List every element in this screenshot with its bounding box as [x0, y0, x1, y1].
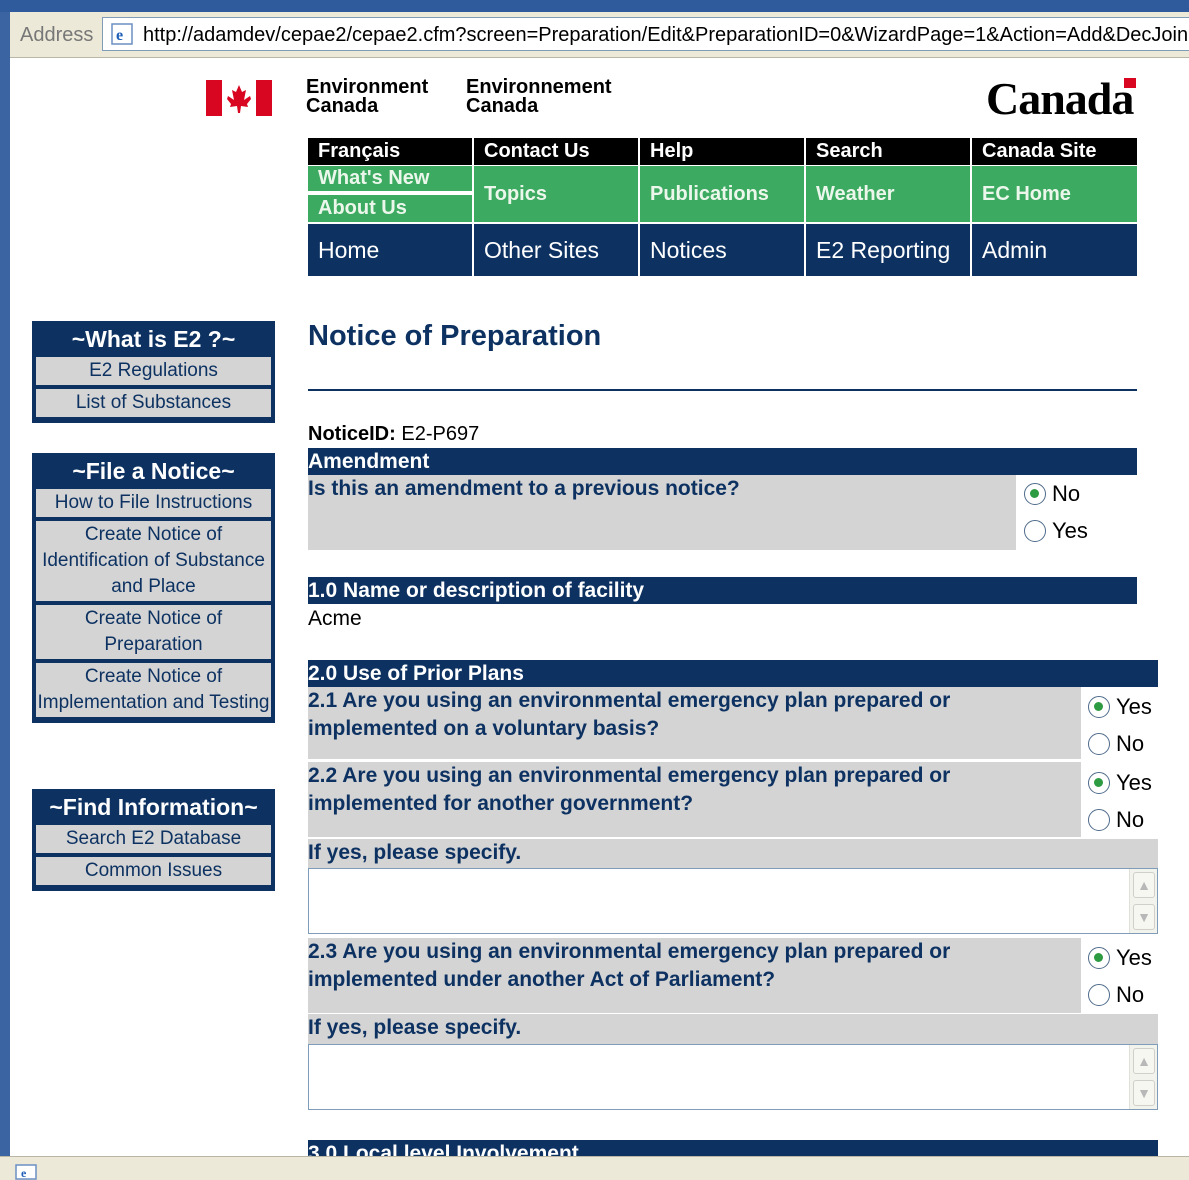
signature-english: Environment Canada — [306, 77, 428, 117]
signature-fr-line2: Canada — [466, 95, 539, 117]
radio-label: No — [1116, 982, 1145, 1007]
sidebar-item-common-issues[interactable]: Common Issues — [36, 857, 271, 885]
radio-selected-icon[interactable] — [1088, 696, 1110, 718]
sidebar-item-create-identification[interactable]: Create Notice of Identification of Subst… — [36, 521, 271, 601]
notice-id-value: E2-P697 — [401, 423, 480, 445]
nav-francais[interactable]: Français — [308, 138, 474, 165]
nav-publications[interactable]: Publications — [640, 166, 806, 222]
textarea-scrollbar[interactable]: ▲ ▼ — [1129, 1045, 1157, 1109]
specify-label-2-3: If yes, please specify. — [308, 1014, 1158, 1044]
nav-whats-new[interactable]: What's New — [308, 166, 474, 193]
sidebar-find-information: ~Find Information~ Search E2 Database Co… — [32, 789, 275, 891]
svg-text:e: e — [21, 1166, 27, 1180]
nav-admin[interactable]: Admin — [972, 224, 1137, 276]
q22-radio-no[interactable]: No — [1088, 807, 1144, 833]
radio-unselected-icon[interactable] — [1088, 733, 1110, 755]
notice-id-label: NoticeID: — [308, 423, 396, 445]
sidebar-item-list-of-substances[interactable]: List of Substances — [36, 389, 271, 417]
specify-label-2-2: If yes, please specify. — [308, 839, 1158, 869]
section-heading-amendment: Amendment — [308, 448, 1137, 475]
radio-label: No — [1052, 481, 1081, 506]
q23-radio-yes[interactable]: Yes — [1088, 945, 1152, 971]
radio-label: No — [1116, 807, 1145, 832]
nav-ec-home[interactable]: EC Home — [972, 166, 1137, 222]
question-2-1: 2.1 Are you using an environmental emerg… — [308, 687, 1081, 759]
radio-label: No — [1116, 731, 1145, 756]
section-heading-prior-plans: 2.0 Use of Prior Plans — [308, 660, 1158, 687]
amendment-radio-yes[interactable]: Yes — [1024, 518, 1088, 544]
sidebar-heading-what-is-e2: ~What is E2 ?~ — [71, 326, 236, 352]
sidebar-heading-file-a-notice: ~File a Notice~ — [72, 458, 235, 484]
q23-radio-no[interactable]: No — [1088, 982, 1144, 1008]
page-title: Notice of Preparation — [308, 320, 602, 352]
canada-flag-icon — [206, 80, 272, 116]
nav-weather[interactable]: Weather — [806, 166, 972, 222]
address-url: http://adamdev/cepae2/cepae2.cfm?screen=… — [143, 24, 1189, 46]
scroll-down-icon[interactable]: ▼ — [1133, 904, 1155, 930]
radio-selected-icon[interactable] — [1024, 483, 1046, 505]
radio-unselected-icon[interactable] — [1088, 984, 1110, 1006]
facility-value: Acme — [308, 607, 362, 630]
q21-radio-no[interactable]: No — [1088, 731, 1144, 757]
amendment-radio-no[interactable]: No — [1024, 481, 1080, 507]
signature-en-line2: Canada — [306, 95, 379, 117]
page-status-icon: e — [15, 1164, 37, 1180]
nav-notices[interactable]: Notices — [640, 224, 806, 276]
notice-id: NoticeID: E2-P697 — [308, 423, 479, 446]
status-bar: e — [0, 1156, 1189, 1180]
address-label: Address — [20, 24, 94, 46]
q21-radio-yes[interactable]: Yes — [1088, 694, 1152, 720]
nav-topics[interactable]: Topics — [474, 166, 640, 222]
q22-radio-yes[interactable]: Yes — [1088, 770, 1152, 796]
window-frame-top — [0, 0, 1189, 12]
canada-wordmark: Canada — [986, 73, 1134, 124]
radio-selected-icon[interactable] — [1088, 947, 1110, 969]
nav-search[interactable]: Search — [806, 138, 972, 165]
signature-french: Environnement Canada — [466, 77, 612, 117]
amendment-question: Is this an amendment to a previous notic… — [308, 475, 1016, 550]
sidebar-item-create-preparation[interactable]: Create Notice of Preparation — [36, 605, 271, 659]
specify-textarea-2-2[interactable]: ▲ ▼ — [308, 868, 1158, 934]
nav-canada-site[interactable]: Canada Site — [972, 138, 1137, 165]
section-heading-facility: 1.0 Name or description of facility — [308, 577, 1137, 604]
nav-home[interactable]: Home — [308, 224, 474, 276]
radio-unselected-icon[interactable] — [1088, 809, 1110, 831]
nav-about-us[interactable]: About Us — [308, 195, 474, 222]
nav-help[interactable]: Help — [640, 138, 806, 165]
radio-label: Yes — [1052, 518, 1088, 543]
page-content: Environment Canada Environnement Canada … — [10, 58, 1189, 1156]
nav-other-sites[interactable]: Other Sites — [474, 224, 640, 276]
scroll-up-icon[interactable]: ▲ — [1133, 1048, 1155, 1074]
textarea-scrollbar[interactable]: ▲ ▼ — [1129, 869, 1157, 933]
sidebar-item-how-to-file[interactable]: How to File Instructions — [36, 489, 271, 517]
radio-label: Yes — [1116, 945, 1152, 970]
sidebar-what-is-e2: ~What is E2 ?~ E2 Regulations List of Su… — [32, 321, 275, 423]
radio-selected-icon[interactable] — [1088, 772, 1110, 794]
ie-page-icon: e — [111, 23, 133, 45]
specify-textarea-2-3[interactable]: ▲ ▼ — [308, 1044, 1158, 1110]
section-heading-local-involvement: 3.0 Local level Involvement — [308, 1140, 1158, 1156]
wordmark-flag-icon — [1124, 78, 1136, 88]
question-2-2: 2.2 Are you using an environmental emerg… — [308, 762, 1081, 837]
scroll-up-icon[interactable]: ▲ — [1133, 872, 1155, 898]
nav-e2-reporting[interactable]: E2 Reporting — [806, 224, 972, 276]
sidebar-heading-find-information: ~Find Information~ — [49, 794, 258, 820]
scroll-down-icon[interactable]: ▼ — [1133, 1080, 1155, 1106]
sidebar-item-search-e2-database[interactable]: Search E2 Database — [36, 825, 271, 853]
radio-label: Yes — [1116, 694, 1152, 719]
title-divider — [308, 389, 1137, 391]
question-2-3: 2.3 Are you using an environmental emerg… — [308, 938, 1081, 1013]
sidebar-item-e2-regulations[interactable]: E2 Regulations — [36, 357, 271, 385]
svg-text:e: e — [116, 27, 123, 44]
radio-label: Yes — [1116, 770, 1152, 795]
nav-contact-us[interactable]: Contact Us — [474, 138, 640, 165]
sidebar-file-a-notice: ~File a Notice~ How to File Instructions… — [32, 453, 275, 723]
address-input[interactable]: e http://adamdev/cepae2/cepae2.cfm?scree… — [102, 17, 1189, 51]
address-bar: Address e http://adamdev/cepae2/cepae2.c… — [10, 12, 1189, 58]
sidebar-item-create-implementation[interactable]: Create Notice of Implementation and Test… — [36, 663, 271, 717]
radio-unselected-icon[interactable] — [1024, 520, 1046, 542]
